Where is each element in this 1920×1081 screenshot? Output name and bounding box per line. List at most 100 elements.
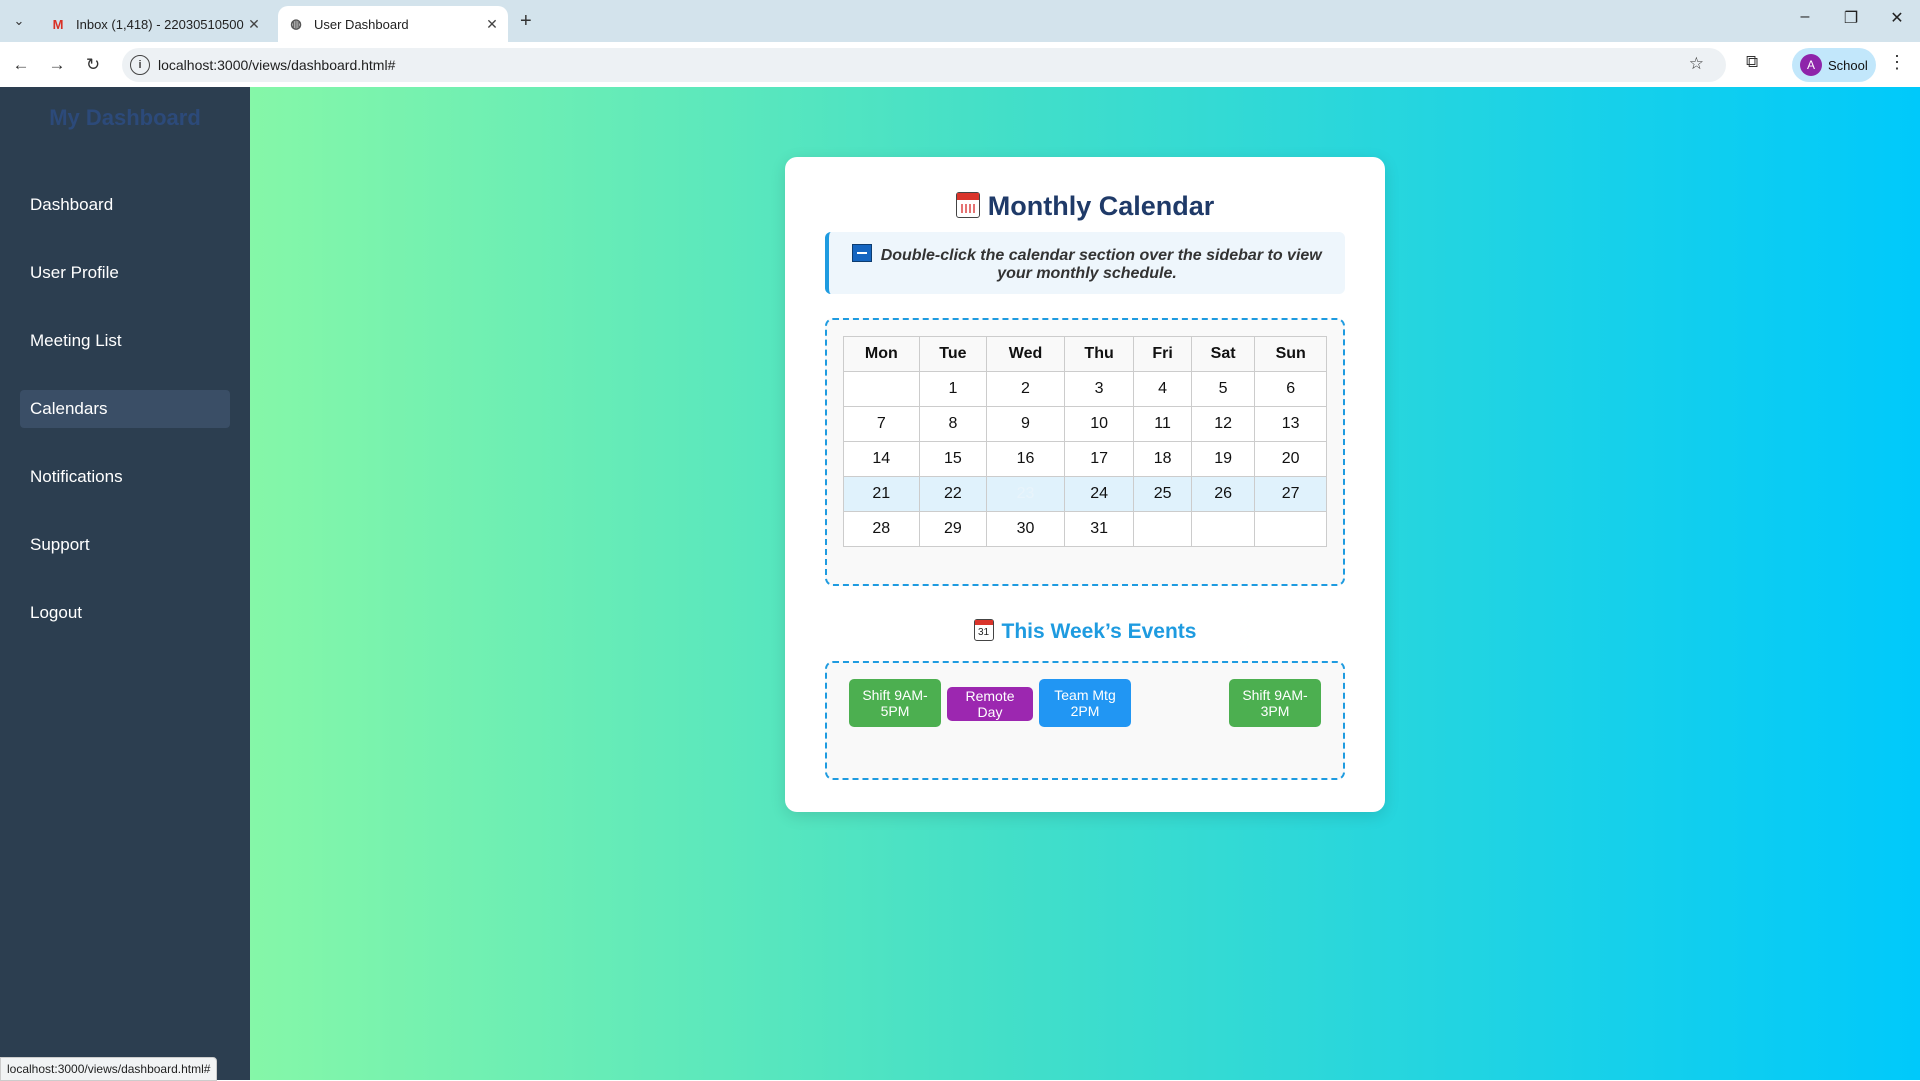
forward-icon[interactable]: → [44,52,70,78]
calendar-date-icon: 31 [973,619,994,641]
event-chip[interactable]: Remote Day [947,687,1033,721]
calendar-week-row: 28 29 30 31 [843,511,1327,547]
calendar-day-cell[interactable]: 14 [843,441,920,477]
page-title: Monthly Calendar [785,191,1385,222]
gmail-icon: M [52,16,64,32]
event-chip[interactable]: Shift 9AM-5PM [849,679,941,727]
calendar-empty-cell [1190,511,1256,547]
calendar-card: Monthly Calendar Double-click the calend… [785,157,1385,812]
main-content: Monthly Calendar Double-click the calend… [250,87,1920,1080]
calendar-day-cell[interactable]: 28 [843,511,920,547]
tab-inbox[interactable]: M Inbox (1,418) - 2203051050072 ✕ [40,6,270,42]
minimize-icon[interactable]: – [1782,8,1828,26]
close-tab-icon[interactable]: ✕ [244,16,264,33]
calendar-week-row: 21 22 23 24 25 26 27 [843,476,1327,512]
close-tab-icon[interactable]: ✕ [482,16,502,33]
calendar-day-cell[interactable]: 17 [1063,441,1135,477]
sidebar-item-user-profile[interactable]: User Profile [20,254,230,292]
calendar-date-icon-day: 31 [977,627,990,638]
close-window-icon[interactable]: ✕ [1874,8,1920,28]
events-heading: 31 This Week’s Events [785,619,1385,644]
extensions-icon[interactable]: ⧉ [1746,52,1758,72]
address-bar[interactable]: i localhost:3000/views/dashboard.html# ☆ [122,48,1726,82]
sidebar-item-dashboard[interactable]: Dashboard [20,186,230,224]
calendar-day-cell[interactable]: 6 [1254,371,1327,407]
calendar-empty-cell [843,371,920,407]
sidebar-item-meeting-list[interactable]: Meeting List [20,322,230,360]
sidebar-item-support[interactable]: Support [20,526,230,564]
calendar-day-cell[interactable]: 29 [918,511,988,547]
event-chip[interactable]: Team Mtg 2PM [1039,679,1131,727]
calendar-day-cell[interactable]: 9 [986,406,1065,442]
browser-toolbar: ← → ↻ i localhost:3000/views/dashboard.h… [0,42,1920,87]
events-section: Shift 9AM-5PM Remote Day Team Mtg 2PM Shift… [825,661,1345,780]
calendar-day-cell[interactable]: 7 [843,406,920,442]
calendar-day-cell[interactable]: 27 [1254,476,1327,512]
tab-strip: ⌄ M Inbox (1,418) - 2203051050072 ✕ ◍ Us… [0,0,1920,42]
new-tab-icon[interactable]: + [520,10,532,33]
sidebar-item-notifications[interactable]: Notifications [20,458,230,496]
weekday-header: Sat [1190,336,1256,372]
calendar-day-cell[interactable]: 1 [918,371,988,407]
calendar-section[interactable]: Mon Tue Wed Thu Fri Sat Sun 1 2 3 4 5 6 7 8 9 10 11 12 13 1… [825,318,1345,586]
hint-box: Double-click the calendar section over t… [825,232,1345,294]
restore-icon[interactable]: ❐ [1828,8,1874,28]
calendar-day-cell[interactable]: 18 [1133,441,1192,477]
calendar-day-cell[interactable]: 23 [986,476,1065,512]
tab-search-icon[interactable]: ⌄ [6,8,32,34]
calendar-day-cell[interactable]: 2 [986,371,1065,407]
weekday-header: Mon [843,336,920,372]
calendar-day-cell[interactable]: 19 [1190,441,1256,477]
calendar-empty-cell [1133,511,1192,547]
page-viewport: My Dashboard Dashboard User Profile Meet… [0,87,1920,1081]
event-chip[interactable]: Shift 9AM-3PM [1229,679,1321,727]
calendar-day-cell[interactable]: 4 [1133,371,1192,407]
site-info-icon[interactable]: i [130,55,150,75]
calendar-day-cell[interactable]: 12 [1190,406,1256,442]
calendar-day-cell[interactable]: 26 [1190,476,1256,512]
back-icon[interactable]: ← [8,52,34,78]
status-url: localhost:3000/views/dashboard.html# [0,1057,218,1081]
calendar-day-cell[interactable]: 30 [986,511,1065,547]
weekday-header: Thu [1063,336,1135,372]
events-title: This Week’s Events [1001,620,1197,643]
calendar-day-cell[interactable]: 5 [1190,371,1256,407]
weekday-header: Tue [918,336,988,372]
sidebar-brand[interactable]: My Dashboard [0,105,250,131]
info-card-icon [852,244,873,262]
calendar-day-cell[interactable]: 3 [1063,371,1135,407]
tab-user-dashboard[interactable]: ◍ User Dashboard ✕ [278,6,508,42]
calendar-day-cell[interactable]: 25 [1133,476,1192,512]
calendar-week-row: 7 8 9 10 11 12 13 [843,406,1327,442]
url-text[interactable]: localhost:3000/views/dashboard.html# [158,57,395,73]
calendar-week-row: 14 15 16 17 18 19 20 [843,441,1327,477]
calendar-day-cell[interactable]: 31 [1063,511,1135,547]
weekday-header: Wed [986,336,1065,372]
calendar-day-cell[interactable]: 20 [1254,441,1327,477]
profile-label: School [1828,57,1868,73]
reload-icon[interactable]: ↻ [80,52,106,78]
calendar-day-cell[interactable]: 24 [1063,476,1135,512]
avatar: A [1800,54,1822,76]
tab-title: Inbox (1,418) - 2203051050072 [76,16,244,32]
calendar-day-cell[interactable]: 21 [843,476,920,512]
calendar-day-cell[interactable]: 16 [986,441,1065,477]
calendar-day-cell[interactable]: 8 [918,406,988,442]
globe-icon: ◍ [290,16,302,31]
bookmark-star-icon[interactable]: ☆ [1689,54,1704,74]
calendar-day-cell[interactable]: 10 [1063,406,1135,442]
weekday-header: Sun [1254,336,1327,372]
profile-button[interactable]: A School [1792,48,1876,82]
calendar-week-row: 123456 [843,371,1327,407]
browser-menu-icon[interactable]: ⋮ [1888,52,1906,73]
calendar-day-cell[interactable]: 22 [918,476,988,512]
browser-chrome: ⌄ M Inbox (1,418) - 2203051050072 ✕ ◍ Us… [0,0,1920,87]
calendar-title: Monthly Calendar [987,191,1215,221]
sidebar-item-logout[interactable]: Logout [20,594,230,632]
calendar-day-cell[interactable]: 15 [918,441,988,477]
calendar-grid: Mon Tue Wed Thu Fri Sat Sun 1 2 3 4 5 6 7 8 9 10 11 12 13 1… [843,336,1327,547]
calendar-day-cell[interactable]: 11 [1133,406,1192,442]
sidebar-item-calendars[interactable]: Calendars [20,390,230,428]
calendar-day-cell[interactable]: 13 [1254,406,1327,442]
tab-title: User Dashboard [314,16,409,32]
